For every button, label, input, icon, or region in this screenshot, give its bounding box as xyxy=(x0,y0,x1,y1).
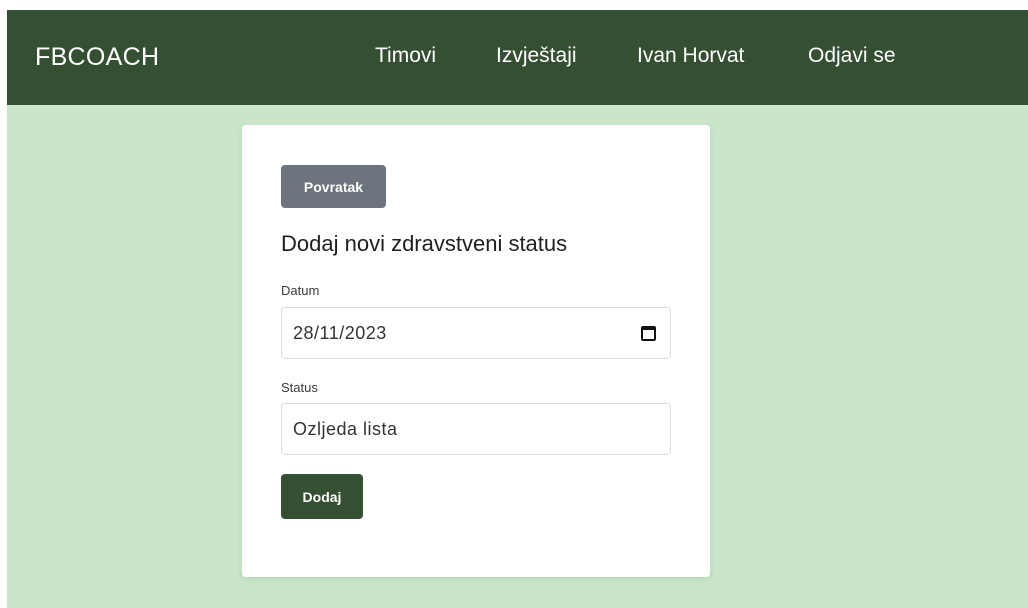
health-status-form-card: Povratak Dodaj novi zdravstveni status D… xyxy=(242,125,710,577)
nav-link-user-profile[interactable]: Ivan Horvat xyxy=(637,44,744,68)
top-navbar: FBCOACH Timovi Izvještaji Ivan Horvat Od… xyxy=(7,10,1028,105)
nav-link-reports[interactable]: Izvještaji xyxy=(496,44,577,68)
date-input[interactable]: 28/11/2023 xyxy=(281,307,671,359)
nav-link-logout[interactable]: Odjavi se xyxy=(808,44,896,68)
brand-logo-link[interactable]: FBCOACH xyxy=(35,43,159,72)
calendar-icon[interactable] xyxy=(641,326,656,341)
form-title: Dodaj novi zdravstveni status xyxy=(281,231,568,256)
status-field-label: Status xyxy=(281,380,318,395)
add-button[interactable]: Dodaj xyxy=(281,474,363,519)
back-button[interactable]: Povratak xyxy=(281,165,386,208)
nav-link-teams[interactable]: Timovi xyxy=(375,44,436,68)
status-input[interactable]: Ozljeda lista xyxy=(281,403,671,455)
date-input-value: 28/11/2023 xyxy=(293,323,387,343)
status-input-value: Ozljeda lista xyxy=(293,419,398,439)
app-frame: FBCOACH Timovi Izvještaji Ivan Horvat Od… xyxy=(7,10,1028,608)
date-field-label: Datum xyxy=(281,283,320,298)
